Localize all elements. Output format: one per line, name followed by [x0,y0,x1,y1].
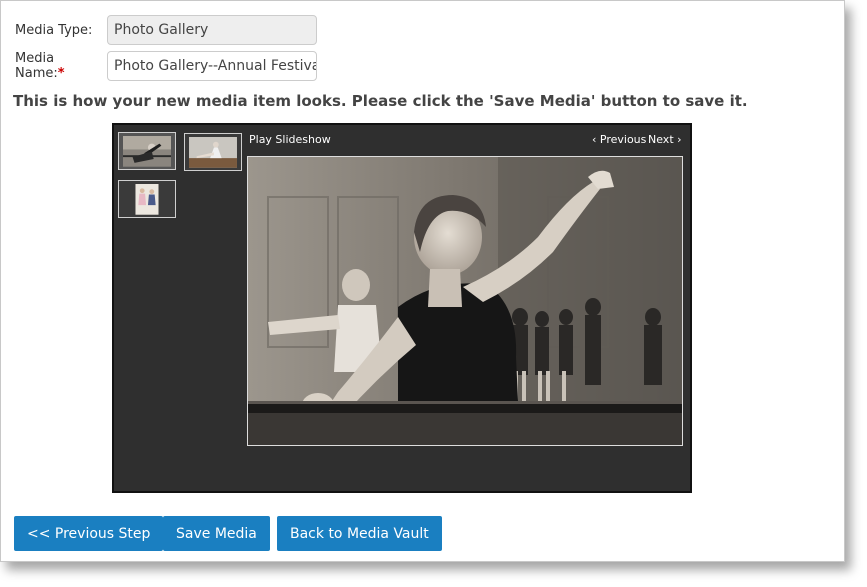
media-name-label-text: Media Name: [15,51,58,81]
required-asterisk: * [57,66,65,81]
instructions-text: This is how your new media item looks. P… [13,92,748,110]
media-type-label: Media Type: [15,22,93,38]
thumbnail-dancers-barre-image [123,136,171,167]
media-type-row: Media Type: Photo Gallery [15,15,317,45]
media-name-field[interactable]: Photo Gallery--Annual Festival [107,51,317,81]
previous-step-button[interactable]: << Previous Step [14,516,164,551]
previous-link[interactable]: ‹ Previous [592,133,646,146]
ballet-dancer-photo [248,157,682,445]
thumbnail-dancers-barre[interactable] [118,132,176,170]
play-slideshow-link[interactable]: Play Slideshow [249,133,331,146]
media-type-field: Photo Gallery [107,15,317,45]
thumbnail-dancer-stretch-image [189,137,237,168]
media-preview-panel: Media Type: Photo Gallery Media Name:* P… [0,0,845,562]
main-photo[interactable] [247,156,683,446]
thumbnail-dancer-stretch[interactable] [184,133,242,171]
media-name-row: Media Name:* Photo Gallery--Annual Festi… [15,51,317,81]
save-media-button[interactable]: Save Media [163,516,270,551]
media-name-label: Media Name:* [15,51,107,81]
photo-gallery-preview: Play Slideshow ‹ Previous Next › [112,123,692,493]
next-link[interactable]: Next › [648,133,682,146]
thumbnail-young-dancers-image [123,184,171,215]
thumbnail-young-dancers[interactable] [118,180,176,218]
back-to-media-vault-button[interactable]: Back to Media Vault [277,516,442,551]
